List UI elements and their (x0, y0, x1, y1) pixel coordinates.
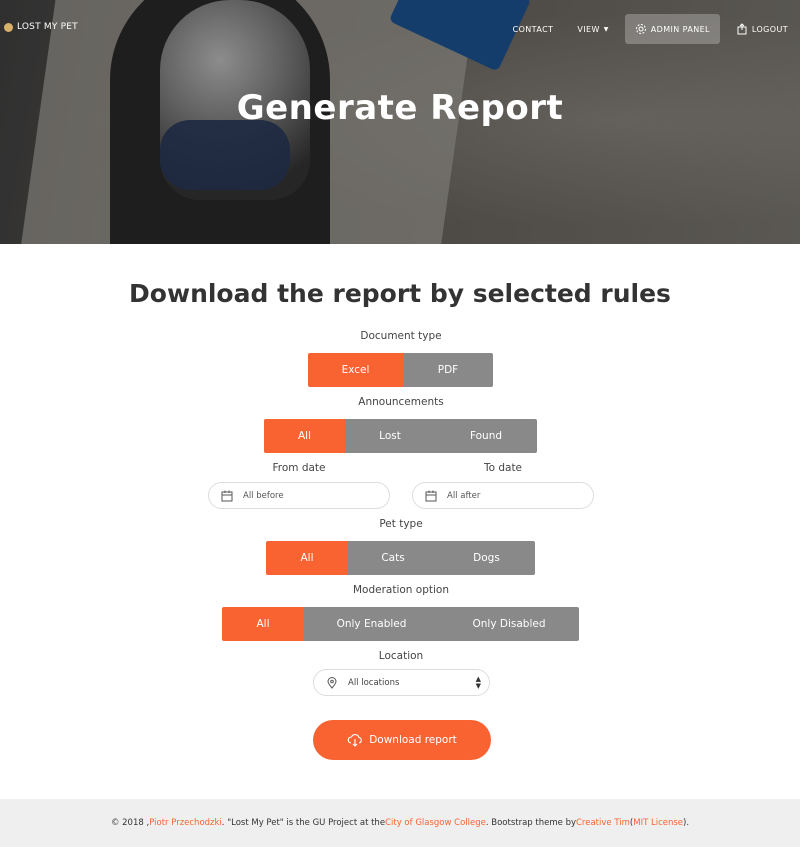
brand-link[interactable]: LOST MY PET (4, 22, 78, 32)
footer-author-link[interactable]: Piotr Przechodzki (149, 818, 222, 828)
from-date-value: All before (243, 490, 284, 501)
pet-type-label: Pet type (379, 518, 423, 530)
document-type-selector: Excel PDF (308, 353, 493, 387)
cloud-download-icon (347, 732, 363, 748)
nav-logout[interactable]: LOGOUT (724, 14, 800, 44)
pet-type-all[interactable]: All (266, 541, 348, 575)
nav-view-dropdown[interactable]: VIEW ▼ (565, 14, 620, 44)
nav-contact-label: CONTACT (512, 24, 554, 34)
nav-admin-panel[interactable]: ADMIN PANEL (624, 14, 720, 44)
nav-logout-label: LOGOUT (751, 24, 788, 34)
footer: © 2018 , Piotr Przechodzki . "Lost My Pe… (0, 799, 800, 847)
footer-text-1: . "Lost My Pet" is the GU Project at the (221, 818, 386, 828)
footer-license-link[interactable]: MIT License (633, 818, 683, 828)
footer-prefix: © 2018 , (110, 818, 150, 828)
nav-contact[interactable]: CONTACT (501, 14, 566, 44)
announcements-selector: All Lost Found (264, 419, 537, 453)
footer-college-link[interactable]: City of Glasgow College (385, 818, 486, 828)
settings-icon (635, 23, 647, 35)
announcements-lost[interactable]: Lost (345, 419, 435, 453)
from-date-label: From date (272, 462, 326, 474)
section-title: Download the report by selected rules (129, 279, 671, 308)
moderation-selector: All Only Enabled Only Disabled (222, 607, 579, 641)
caret-down-icon: ▼ (603, 25, 609, 33)
moderation-only-disabled[interactable]: Only Disabled (439, 607, 579, 641)
moderation-all[interactable]: All (222, 607, 304, 641)
pet-type-selector: All Cats Dogs (266, 541, 535, 575)
nav-view-label: VIEW (577, 24, 600, 34)
nav-admin-label: ADMIN PANEL (650, 24, 710, 34)
location-label: Location (378, 650, 424, 662)
brand-name: LOST MY PET (17, 22, 78, 32)
to-date-input[interactable]: All after (412, 482, 594, 509)
announcements-found[interactable]: Found (435, 419, 537, 453)
footer-text-2: . Bootstrap theme by (485, 818, 576, 828)
download-report-button[interactable]: Download report (313, 720, 491, 760)
to-date-label: To date (483, 462, 523, 474)
announcements-label: Announcements (358, 396, 444, 408)
location-pin-icon (326, 676, 338, 689)
calendar-icon (221, 490, 233, 502)
location-select[interactable]: All locations ▲ ▼ (313, 669, 490, 696)
moderation-only-enabled[interactable]: Only Enabled (304, 607, 439, 641)
document-type-pdf[interactable]: PDF (403, 353, 493, 387)
calendar-icon (425, 490, 437, 502)
brand-logo-icon (4, 22, 13, 32)
select-arrows-icon: ▲ ▼ (475, 675, 481, 690)
footer-text-4: ). (683, 818, 690, 828)
announcements-all[interactable]: All (264, 419, 345, 453)
footer-theme-link[interactable]: Creative Tim (576, 818, 630, 828)
hero-banner: LOST MY PET CONTACT VIEW ▼ ADMIN PANEL L… (0, 0, 800, 244)
pet-type-cats[interactable]: Cats (348, 541, 438, 575)
to-date-value: All after (447, 490, 481, 501)
moderation-label: Moderation option (352, 584, 449, 596)
from-date-input[interactable]: All before (208, 482, 390, 509)
page-title: Generate Report (236, 88, 564, 128)
document-type-excel[interactable]: Excel (308, 353, 403, 387)
logout-icon (736, 23, 748, 35)
pet-type-dogs[interactable]: Dogs (438, 541, 535, 575)
location-value: All locations (348, 677, 400, 688)
top-nav: CONTACT VIEW ▼ ADMIN PANEL LOGOUT (501, 14, 800, 44)
download-report-label: Download report (369, 734, 457, 746)
document-type-label: Document type (360, 330, 442, 342)
